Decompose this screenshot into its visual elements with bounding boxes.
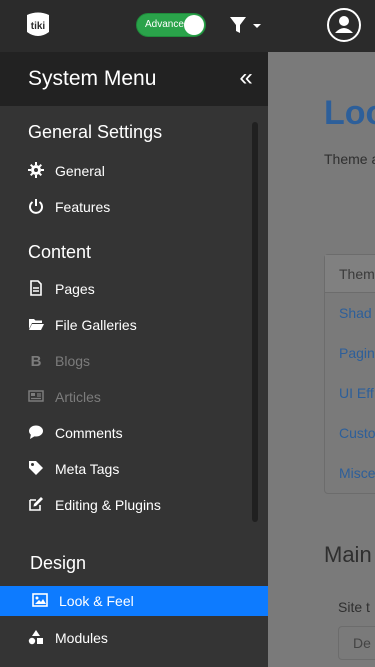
shapes-icon	[28, 629, 44, 645]
page-title: Loo	[324, 94, 375, 132]
menu-item-blogs[interactable]: B Blogs	[28, 343, 248, 379]
sidebar-scrollbar[interactable]	[252, 122, 258, 522]
file-icon	[28, 280, 44, 297]
tab-link[interactable]: Shad	[325, 293, 375, 333]
tab-link[interactable]: UI Eff	[325, 373, 375, 413]
menu-item-label: Look & Feel	[59, 593, 134, 609]
section-design: Design	[30, 553, 87, 573]
gear-icon	[28, 162, 44, 179]
site-title-input[interactable]: De	[338, 626, 375, 660]
menu-item-label: File Galleries	[55, 317, 137, 333]
collapse-sidebar-button[interactable]: «	[234, 66, 258, 90]
menu-item-label: Features	[55, 199, 111, 215]
comment-icon	[28, 424, 44, 440]
image-icon	[32, 592, 48, 608]
toggle-knob	[184, 15, 204, 35]
menu-item-modules[interactable]: Modules	[28, 620, 248, 656]
tab-link[interactable]: Pagin	[325, 333, 375, 373]
menu-item-label: Articles	[55, 389, 101, 405]
filter-dropdown-button[interactable]	[229, 16, 263, 36]
newspaper-icon	[28, 388, 44, 404]
site-title-label: Site t	[338, 599, 370, 615]
menu-item-label: Blogs	[55, 353, 91, 369]
tiki-logo[interactable]: tiki	[23, 10, 53, 40]
user-menu-button[interactable]	[327, 8, 361, 42]
menu-item-label: General	[55, 163, 105, 179]
menu-item-articles[interactable]: Articles	[28, 379, 248, 415]
system-menu-sidebar: System Menu « General Settings General F…	[0, 52, 268, 667]
folder-icon	[28, 316, 44, 332]
edit-icon	[28, 496, 44, 512]
main-content-overlay: Loo Theme and UI e Them Shad Pagin UI Ef…	[268, 52, 375, 667]
svg-text:B: B	[31, 353, 42, 368]
menu-item-label: Comments	[55, 425, 123, 441]
sidebar-header: System Menu «	[0, 52, 268, 106]
power-icon	[28, 198, 44, 215]
filter-icon	[230, 17, 261, 33]
settings-tabs-card: Them Shad Pagin UI Eff Custo Misce	[324, 254, 375, 494]
menu-item-file-galleries[interactable]: File Galleries	[28, 307, 248, 343]
svg-text:tiki: tiki	[31, 21, 46, 32]
user-icon	[335, 16, 353, 33]
tab-theme[interactable]: Them	[325, 255, 375, 293]
tab-link[interactable]: Misce	[325, 453, 375, 493]
section-heading: Main	[324, 542, 372, 567]
section-general-settings: General Settings	[28, 122, 163, 142]
advanced-mode-toggle[interactable]: Advanced	[136, 13, 206, 37]
chevron-down-icon	[253, 24, 261, 28]
sidebar-title: System Menu	[28, 67, 157, 90]
menu-item-label: Pages	[55, 281, 95, 297]
menu-item-editing-plugins[interactable]: Editing & Plugins	[28, 487, 248, 523]
menu-item-look-and-feel[interactable]: Look & Feel	[0, 586, 268, 616]
tab-link[interactable]: Custo	[325, 413, 375, 453]
section-content: Content	[28, 242, 92, 262]
menu-item-label: Meta Tags	[55, 461, 120, 477]
tag-icon	[28, 460, 44, 476]
menu-item-comments[interactable]: Comments	[28, 415, 248, 451]
menu-item-features[interactable]: Features	[28, 189, 248, 225]
advanced-toggle-label: Advanced	[145, 19, 190, 30]
bold-b-icon: B	[28, 352, 44, 368]
page-description: Theme and UI e	[324, 151, 375, 167]
menu-item-label: Modules	[55, 630, 108, 646]
menu-item-meta-tags[interactable]: Meta Tags	[28, 451, 248, 487]
top-navbar: tiki Advanced	[0, 0, 375, 52]
menu-item-label: Editing & Plugins	[55, 497, 161, 513]
menu-item-general[interactable]: General	[28, 153, 248, 189]
menu-item-pages[interactable]: Pages	[28, 271, 248, 307]
